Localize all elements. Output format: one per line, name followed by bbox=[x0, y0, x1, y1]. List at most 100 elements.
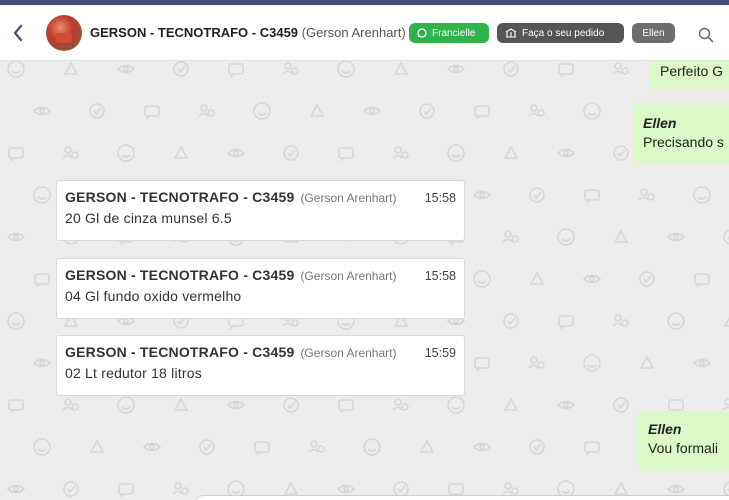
wallpaper-doodle bbox=[254, 441, 270, 456]
wallpaper-doodle bbox=[34, 273, 50, 288]
contact-title[interactable]: GERSON - TECNOTRAFO - C3459 (Gerson Aren… bbox=[90, 25, 406, 40]
search-button[interactable] bbox=[698, 27, 714, 48]
wallpaper-doodle bbox=[116, 64, 136, 74]
wallpaper-doodle bbox=[447, 144, 465, 162]
wallpaper-doodle bbox=[666, 484, 686, 494]
wallpaper-doodle bbox=[503, 397, 519, 411]
wallpaper-doodle bbox=[556, 400, 576, 410]
wallpaper-doodle bbox=[63, 61, 79, 75]
wallpaper-doodle bbox=[393, 61, 409, 75]
wallpaper-doodle bbox=[503, 313, 519, 329]
wallpaper-doodle bbox=[283, 481, 299, 495]
wallpaper-doodle bbox=[502, 482, 519, 495]
wallpaper-doodle bbox=[529, 187, 545, 203]
wallpaper-doodle bbox=[199, 439, 215, 455]
wallpaper-doodle bbox=[472, 190, 492, 200]
wallpaper-doodle bbox=[173, 61, 189, 77]
wallpaper-doodle bbox=[32, 358, 52, 368]
wallpaper-doodle bbox=[32, 106, 52, 116]
wallpaper-doodle bbox=[283, 397, 299, 413]
wallpaper-doodle bbox=[336, 484, 356, 494]
message-time: 15:59 bbox=[424, 346, 456, 360]
wallpaper-doodle bbox=[528, 356, 545, 369]
outgoing-message: Ellen Precisando s bbox=[633, 103, 729, 163]
whatsapp-icon bbox=[417, 28, 427, 38]
outgoing-message: Perfeito G bbox=[650, 61, 729, 89]
wallpaper-doodle bbox=[6, 484, 26, 494]
wallpaper-doodle bbox=[474, 357, 490, 372]
wallpaper-doodle bbox=[226, 148, 246, 158]
wallpaper-doodle bbox=[337, 61, 355, 78]
wallpaper-doodle bbox=[584, 441, 600, 456]
message-text: 04 Gl fundo oxido vermelho bbox=[65, 288, 242, 304]
wallpaper-doodle bbox=[503, 145, 519, 159]
wallpaper-doodle bbox=[529, 271, 545, 285]
wallpaper-doodle bbox=[692, 358, 712, 368]
wallpaper-doodle bbox=[62, 398, 79, 411]
avatar[interactable] bbox=[46, 15, 82, 51]
wallpaper-doodle bbox=[173, 145, 189, 159]
wallpaper-doodle bbox=[282, 62, 299, 75]
wallpaper-doodle bbox=[8, 399, 24, 414]
wallpaper-doodle bbox=[528, 104, 545, 117]
wallpaper-doodle bbox=[63, 481, 79, 497]
message-sender-sub: (Gerson Arenhart) bbox=[300, 346, 397, 360]
wallpaper-doodle bbox=[142, 442, 162, 452]
wallpaper-doodle bbox=[694, 273, 710, 288]
attendant-tag-label: Francielle bbox=[432, 27, 476, 39]
wallpaper-doodle bbox=[613, 229, 629, 243]
contact-subname: (Gerson Arenhart) bbox=[301, 25, 406, 40]
wallpaper-doodle bbox=[7, 312, 25, 330]
user-tag[interactable]: Ellen bbox=[632, 23, 675, 43]
wallpaper-doodle bbox=[392, 398, 409, 411]
order-tag-label: Faça o seu pedido bbox=[522, 27, 605, 39]
wallpaper-doodle bbox=[613, 145, 629, 161]
wallpaper-doodle bbox=[362, 106, 382, 116]
wallpaper-doodle bbox=[582, 274, 602, 284]
wallpaper-doodle bbox=[474, 105, 490, 120]
wallpaper-doodle bbox=[613, 481, 629, 495]
wallpaper-doodle bbox=[419, 103, 435, 119]
message-text: 20 Gl de cinza munsel 6.5 bbox=[65, 210, 232, 226]
outgoing-message: Ellen Vou formali bbox=[638, 411, 729, 471]
wallpaper-doodle bbox=[8, 147, 24, 162]
incoming-message: GERSON - TECNOTRAFO - C3459 (Gerson Aren… bbox=[56, 335, 465, 396]
wallpaper-doodle bbox=[226, 400, 246, 410]
wallpaper-doodle bbox=[419, 439, 435, 453]
wallpaper-doodle bbox=[639, 355, 655, 369]
wallpaper-doodle bbox=[33, 438, 51, 456]
outgoing-message-author: Ellen bbox=[648, 421, 682, 437]
wallpaper-doodle bbox=[473, 270, 491, 288]
wallpaper-doodle bbox=[89, 103, 105, 119]
wallpaper-doodle bbox=[529, 439, 545, 455]
wallpaper-doodle bbox=[393, 481, 409, 497]
wallpaper-doodle bbox=[612, 62, 629, 75]
wallpaper-doodle bbox=[558, 63, 574, 78]
order-tag[interactable]: Faça o seu pedido bbox=[497, 23, 624, 43]
wallpaper-doodle bbox=[33, 186, 51, 204]
incoming-message: GERSON - TECNOTRAFO - C3459 (Gerson Aren… bbox=[56, 180, 465, 241]
wallpaper-doodle bbox=[723, 229, 729, 245]
chevron-left-icon bbox=[13, 24, 23, 41]
wallpaper-doodle bbox=[638, 188, 655, 201]
message-sender-sub: (Gerson Arenhart) bbox=[300, 191, 397, 205]
back-button[interactable] bbox=[0, 5, 36, 61]
wallpaper-doodle bbox=[62, 146, 79, 159]
outgoing-message-author: Ellen bbox=[643, 115, 677, 131]
wallpaper-doodle bbox=[117, 144, 135, 162]
message-sender: GERSON - TECNOTRAFO - C3459 bbox=[65, 267, 295, 283]
wallpaper-doodle bbox=[584, 189, 600, 204]
wallpaper-doodle bbox=[198, 104, 215, 117]
outgoing-message-text: Vou formali bbox=[648, 440, 719, 456]
attendant-tag[interactable]: Francielle bbox=[409, 23, 489, 43]
wallpaper-doodle bbox=[118, 483, 134, 498]
wallpaper-doodle bbox=[308, 440, 325, 453]
wallpaper-doodle bbox=[583, 354, 601, 372]
wallpaper-doodle bbox=[89, 439, 105, 453]
message-time: 15:58 bbox=[424, 191, 456, 205]
wallpaper-doodle bbox=[556, 148, 576, 158]
wallpaper-doodle bbox=[639, 271, 655, 287]
outgoing-message-text: Precisando s bbox=[643, 134, 724, 150]
message-composer[interactable] bbox=[194, 495, 729, 500]
chat-area: Perfeito G Ellen Precisando s GERSON - T… bbox=[0, 61, 729, 500]
